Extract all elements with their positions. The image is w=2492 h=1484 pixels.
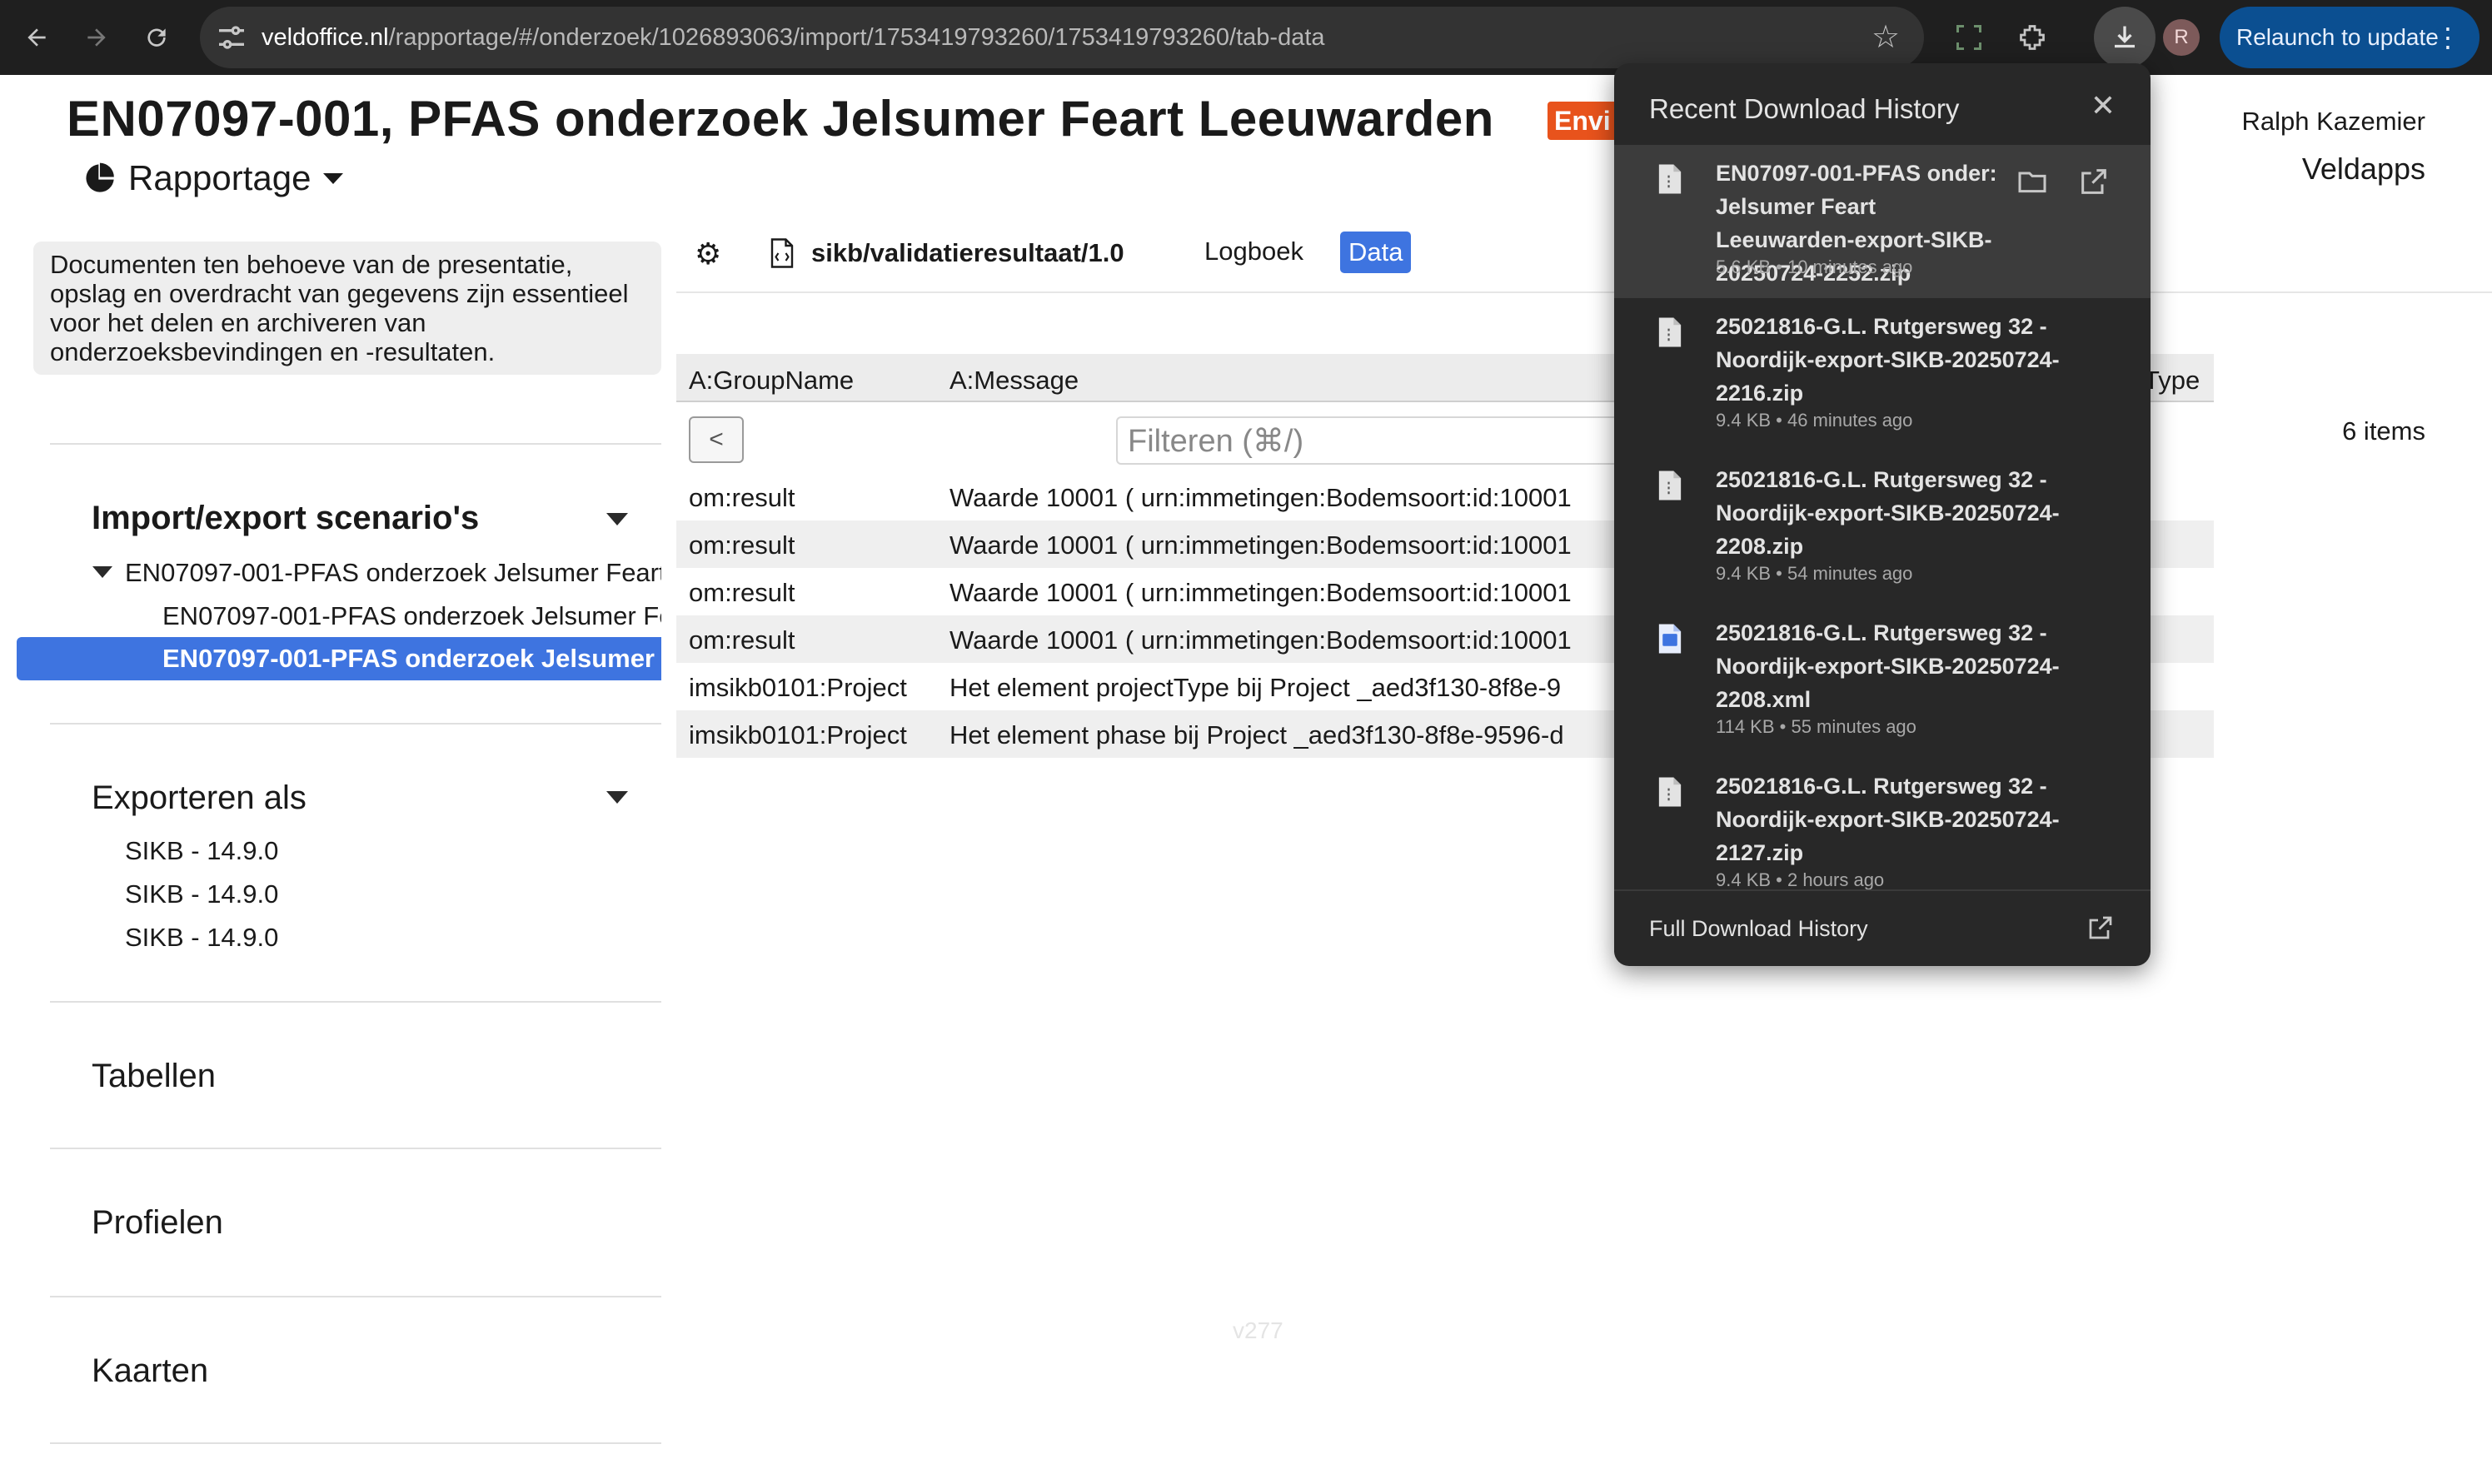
export-heading[interactable]: Exporteren als bbox=[92, 779, 307, 817]
address-bar[interactable]: veldoffice.nl/rapportage/#/onderzoek/102… bbox=[200, 7, 1924, 68]
download-item[interactable]: 25021816-G.L. Rutgersweg 32 - Noordijk-e… bbox=[1614, 758, 2151, 889]
organization-name[interactable]: Veldapps bbox=[2302, 152, 2425, 187]
divider bbox=[50, 1148, 661, 1149]
column-header-groupname[interactable]: A:GroupName bbox=[689, 366, 854, 396]
user-name[interactable]: Ralph Kazemier bbox=[2241, 107, 2425, 137]
download-item[interactable]: 25021816-G.L. Rutgersweg 32 - Noordijk-e… bbox=[1614, 451, 2151, 605]
pie-chart-icon bbox=[86, 162, 114, 192]
show-in-folder-icon[interactable] bbox=[2016, 165, 2049, 198]
cell-groupname: imsikb0101:Project bbox=[689, 673, 907, 702]
extensions-icon[interactable] bbox=[2009, 14, 2056, 61]
export-option[interactable]: SIKB - 14.9.0 bbox=[125, 836, 278, 866]
download-item[interactable]: EN07097-001-PFAS onder: Jelsumer Feart L… bbox=[1614, 145, 2151, 298]
cell-message: Het element phase bij Project _aed3f130-… bbox=[949, 720, 1564, 749]
tree-item-scenario[interactable]: EN07097-001-PFAS onderzoek Jelsumer Fear… bbox=[125, 558, 661, 588]
divider bbox=[50, 1001, 661, 1003]
scenarios-heading[interactable]: Import/export scenario's bbox=[92, 500, 479, 537]
items-count: 6 items bbox=[2342, 416, 2425, 446]
tab-data[interactable]: Data bbox=[1340, 232, 1412, 273]
download-item[interactable]: 25021816-G.L. Rutgersweg 32 - Noordijk-e… bbox=[1614, 298, 2151, 451]
download-meta: 9.4 KB • 54 minutes ago bbox=[1716, 563, 1913, 584]
download-filename: 25021816-G.L. Rutgersweg 32 - Noordijk-e… bbox=[1716, 467, 2060, 559]
cell-groupname: imsikb0101:Project bbox=[689, 720, 907, 749]
rapportage-menu[interactable]: Rapportage bbox=[83, 158, 343, 198]
download-meta: 5.6 KB • 10 minutes ago bbox=[1716, 256, 1913, 277]
profile-avatar[interactable]: R bbox=[2163, 19, 2200, 56]
cell-groupname: om:result bbox=[689, 530, 795, 560]
menu-dots-icon[interactable]: ⋮ bbox=[2435, 7, 2461, 68]
cell-message: Het element projectType bij Project _aed… bbox=[949, 673, 1562, 702]
cell-message: Waarde 10001 ( urn:immetingen:Bodemsoort… bbox=[949, 578, 1572, 607]
tree-expand-caret-icon[interactable] bbox=[92, 566, 112, 578]
back-arrow-icon[interactable] bbox=[13, 14, 60, 61]
xml-file-icon bbox=[1658, 624, 1682, 654]
version-label: v277 bbox=[1233, 1317, 1283, 1343]
cell-message: Waarde 10001 ( urn:immetingen:Bodemsoort… bbox=[949, 625, 1572, 655]
open-external-icon[interactable] bbox=[2086, 913, 2116, 943]
site-settings-icon[interactable] bbox=[215, 21, 248, 54]
relaunch-button[interactable]: Relaunch to update ⋮ bbox=[2220, 7, 2480, 68]
file-icon bbox=[1658, 317, 1682, 347]
open-external-icon[interactable] bbox=[2077, 165, 2111, 198]
download-filename: 25021816-G.L. Rutgersweg 32 - Noordijk-e… bbox=[1716, 774, 2060, 865]
page-title: EN07097-001, PFAS onderzoek Jelsumer Fea… bbox=[67, 91, 1494, 147]
tables-heading[interactable]: Tabellen bbox=[92, 1058, 216, 1095]
forward-arrow-icon[interactable] bbox=[73, 14, 120, 61]
relaunch-label: Relaunch to update bbox=[2236, 24, 2439, 50]
content-toolbar: ⚙ sikb/validatieresultaat/1.0 Logboek Da… bbox=[676, 225, 1659, 283]
download-meta: 114 KB • 55 minutes ago bbox=[1716, 716, 1916, 737]
divider bbox=[50, 723, 661, 725]
info-box: Documenten ten behoeve van de presentati… bbox=[33, 242, 661, 375]
file-icon bbox=[1658, 164, 1682, 194]
reload-icon[interactable] bbox=[133, 14, 180, 61]
cell-groupname: om:result bbox=[689, 578, 795, 607]
tree-item-selected[interactable]: EN07097-001-PFAS onderzoek Jelsumer Fear… bbox=[17, 637, 883, 680]
cell-groupname: om:result bbox=[689, 483, 795, 512]
cell-groupname: om:result bbox=[689, 625, 795, 655]
full-history-link[interactable]: Full Download History bbox=[1614, 889, 2151, 966]
divider bbox=[50, 1296, 661, 1297]
tab-logboek[interactable]: Logboek bbox=[1204, 237, 1303, 266]
download-meta: 9.4 KB • 2 hours ago bbox=[1716, 869, 1885, 889]
rapportage-label: Rapportage bbox=[128, 158, 312, 197]
export-option[interactable]: SIKB - 14.9.0 bbox=[125, 879, 278, 909]
collapse-caret-icon[interactable] bbox=[606, 791, 628, 804]
tree-item-import[interactable]: EN07097-001-PFAS onderzoek Jelsumer Fear… bbox=[162, 601, 661, 631]
url-text: veldoffice.nl/rapportage/#/onderzoek/102… bbox=[262, 24, 1325, 51]
column-header-message[interactable]: A:Message bbox=[949, 366, 1079, 396]
column-header-type[interactable]: Type bbox=[2144, 366, 2200, 396]
downloads-icon[interactable] bbox=[2094, 7, 2156, 68]
download-meta: 9.4 KB • 46 minutes ago bbox=[1716, 410, 1913, 431]
download-filename: 25021816-G.L. Rutgersweg 32 - Noordijk-e… bbox=[1716, 620, 2060, 712]
screenshot-icon[interactable] bbox=[1946, 14, 1992, 61]
document-icon bbox=[770, 238, 794, 268]
download-item[interactable]: 25021816-G.L. Rutgersweg 32 - Noordijk-e… bbox=[1614, 605, 2151, 758]
file-icon bbox=[1658, 777, 1682, 807]
divider bbox=[50, 1442, 661, 1444]
collapse-caret-icon[interactable] bbox=[606, 513, 628, 525]
gear-icon[interactable]: ⚙ bbox=[695, 237, 721, 271]
maps-heading[interactable]: Kaarten bbox=[92, 1352, 208, 1390]
profiles-heading[interactable]: Profielen bbox=[92, 1204, 223, 1242]
divider bbox=[676, 291, 2492, 293]
previous-button[interactable]: < bbox=[689, 416, 744, 463]
cell-message: Waarde 10001 ( urn:immetingen:Bodemsoort… bbox=[949, 530, 1572, 560]
cell-message: Waarde 10001 ( urn:immetingen:Bodemsoort… bbox=[949, 483, 1572, 512]
bookmark-star-icon[interactable]: ☆ bbox=[1869, 21, 1902, 54]
downloads-title: Recent Download History bbox=[1649, 93, 1960, 124]
export-option[interactable]: SIKB - 14.9.0 bbox=[125, 923, 278, 953]
divider bbox=[50, 443, 661, 445]
close-icon[interactable]: ✕ bbox=[2091, 88, 2116, 123]
downloads-panel: Recent Download History ✕ EN07097-001-PF… bbox=[1614, 63, 2151, 966]
full-history-label: Full Download History bbox=[1649, 916, 1868, 941]
caret-down-icon bbox=[322, 172, 343, 184]
download-filename: 25021816-G.L. Rutgersweg 32 - Noordijk-e… bbox=[1716, 314, 2060, 406]
schema-title[interactable]: sikb/validatieresultaat/1.0 bbox=[811, 238, 1124, 268]
file-icon bbox=[1658, 471, 1682, 500]
